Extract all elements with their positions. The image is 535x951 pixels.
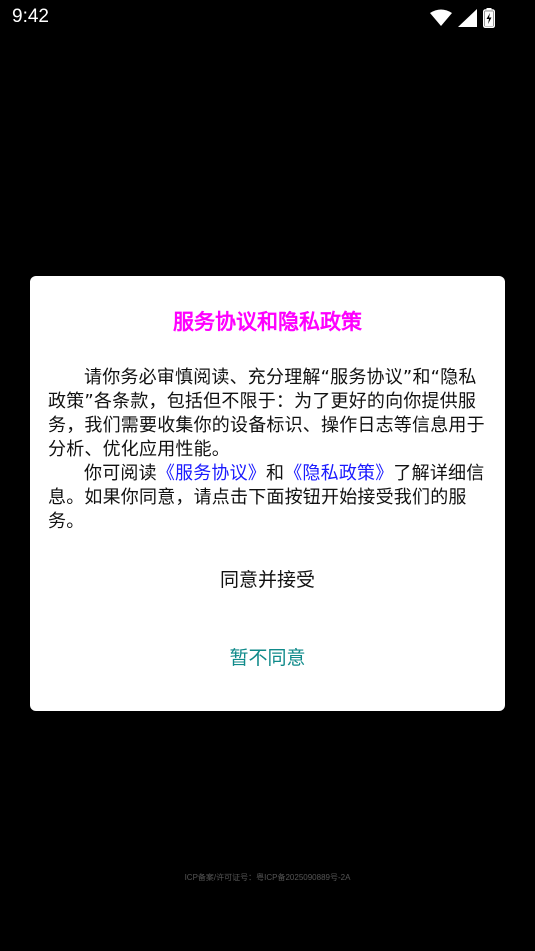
accept-button[interactable]: 同意并接受 bbox=[30, 560, 505, 600]
status-icons bbox=[430, 8, 495, 28]
wifi-icon bbox=[430, 9, 452, 27]
privacy-dialog: 服务协议和隐私政策 请你务必审慎阅读、充分理解“服务协议”和“隐私政策”各条款，… bbox=[30, 276, 505, 711]
reject-button[interactable]: 暂不同意 bbox=[30, 638, 505, 678]
status-time: 9:42 bbox=[12, 6, 49, 27]
dialog-paragraph-1: 请你务必审慎阅读、充分理解“服务协议”和“隐私政策”各条款，包括但不限于：为了更… bbox=[48, 367, 485, 460]
battery-charging-icon bbox=[483, 8, 495, 28]
icp-license-text: ICP备案/许可证号：粤ICP备2025090889号-2A bbox=[184, 873, 351, 882]
privacy-policy-link[interactable]: 《隐私政策》 bbox=[284, 463, 393, 484]
dialog-paragraph-2: 你可阅读《服务协议》和《隐私政策》了解详细信息。如果你同意，请点击下面按钮开始接… bbox=[48, 462, 488, 534]
cellular-signal-icon bbox=[458, 9, 477, 27]
service-agreement-link[interactable]: 《服务协议》 bbox=[157, 463, 266, 484]
paragraph-2-and: 和 bbox=[266, 463, 285, 484]
paragraph-2-prefix: 你可阅读 bbox=[84, 463, 157, 484]
dialog-body: 请你务必审慎阅读、充分理解“服务协议”和“隐私政策”各条款，包括但不限于：为了更… bbox=[48, 366, 488, 534]
status-bar: 9:42 bbox=[0, 0, 535, 36]
dialog-title: 服务协议和隐私政策 bbox=[173, 310, 362, 334]
